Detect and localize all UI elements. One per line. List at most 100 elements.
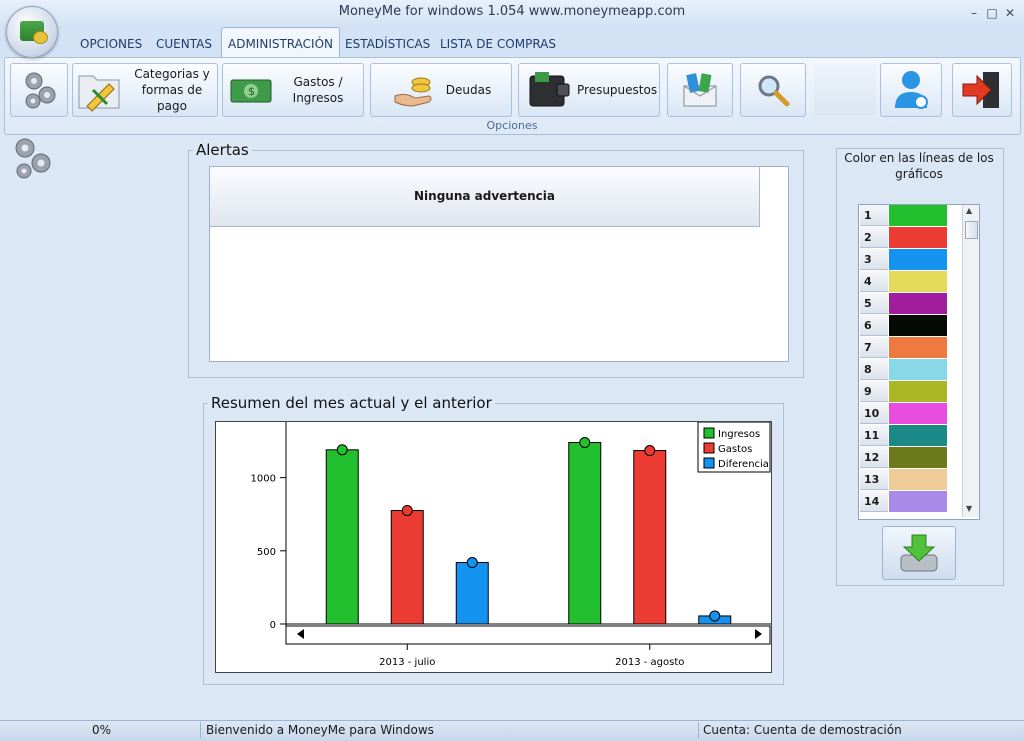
bar-marker — [579, 436, 591, 448]
tab-opciones[interactable]: OPCIONES — [74, 34, 148, 58]
alerts-title: Alertas — [193, 141, 252, 159]
folder-pencil-icon — [78, 75, 120, 112]
color-swatch[interactable] — [889, 359, 947, 380]
tab-lista-de-compras[interactable]: LISTA DE COMPRAS — [434, 34, 562, 58]
color-row-number: 3 — [860, 249, 888, 270]
bar-marker — [709, 610, 721, 622]
legend-swatch — [703, 457, 715, 469]
bar — [568, 441, 602, 625]
tab-cuentas[interactable]: CUENTAS — [150, 34, 218, 58]
color-swatch[interactable] — [889, 271, 947, 292]
summary-chart: 0 500 1000 2013 - julio 2013 - agosto Ingreso… — [215, 421, 772, 673]
color-row[interactable]: 7 — [859, 337, 964, 359]
minimize-button[interactable]: – — [966, 5, 982, 21]
bar-marker — [401, 505, 413, 517]
bar-marker — [644, 445, 656, 457]
colors-title: Color en las líneas de los gráficos — [844, 151, 994, 181]
categories-button[interactable]: Categorias y formas de pago — [72, 63, 218, 117]
color-row[interactable]: 9 — [859, 381, 964, 403]
presupuestos-button[interactable]: Presupuestos — [518, 63, 660, 117]
color-row[interactable]: 5 — [859, 293, 964, 315]
color-swatch[interactable] — [889, 293, 947, 314]
color-row[interactable]: 11 — [859, 425, 964, 447]
bar — [455, 562, 489, 625]
gastos-ingresos-button[interactable]: $ Gastos / Ingresos — [222, 63, 364, 117]
user-button[interactable] — [880, 63, 942, 117]
color-swatch[interactable] — [889, 315, 947, 336]
color-swatch[interactable] — [889, 425, 947, 446]
legend-label: Diferencia — [718, 459, 769, 470]
color-row-number: 2 — [860, 227, 888, 248]
search-button[interactable] — [740, 63, 806, 117]
gears-icon[interactable] — [12, 136, 54, 182]
color-row[interactable]: 6 — [859, 315, 964, 337]
color-swatch[interactable] — [889, 227, 947, 248]
deudas-button[interactable]: Deudas — [370, 63, 512, 117]
money-bill-icon: $ — [230, 79, 272, 103]
gastos-label: Gastos / Ingresos — [292, 75, 344, 105]
color-row-number: 5 — [860, 293, 888, 314]
color-row[interactable]: 10 — [859, 403, 964, 425]
summary-title: Resumen del mes actual y el anterior — [208, 394, 495, 412]
color-row[interactable]: 14 — [859, 491, 964, 513]
color-swatch[interactable] — [889, 469, 947, 490]
status-message: Bienvenido a MoneyMe para Windows — [206, 723, 434, 737]
window-title: MoneyMe for windows 1.054 www.moneymeapp… — [338, 4, 686, 19]
x-tick-label: 2013 - julio — [379, 657, 435, 668]
close-button[interactable]: ✕ — [1002, 5, 1018, 21]
color-row-number: 7 — [860, 337, 888, 358]
color-row[interactable]: 13 — [859, 469, 964, 491]
color-row[interactable]: 8 — [859, 359, 964, 381]
color-swatch[interactable] — [889, 337, 947, 358]
color-swatch[interactable] — [889, 403, 947, 424]
color-row-number: 10 — [860, 403, 888, 424]
bar — [325, 449, 359, 625]
magnifier-icon — [758, 75, 790, 107]
color-swatch[interactable] — [889, 381, 947, 402]
y-tick-label: 500 — [257, 547, 276, 558]
gears-icon — [25, 72, 56, 109]
coins-hand-icon — [394, 77, 432, 107]
color-swatch[interactable] — [889, 447, 947, 468]
color-swatch[interactable] — [889, 249, 947, 270]
tab-estadisticas[interactable]: ESTADÍSTICAS — [339, 34, 436, 58]
bar-marker — [466, 557, 478, 569]
color-row[interactable]: 3 — [859, 249, 964, 271]
color-row-number: 11 — [860, 425, 888, 446]
scroll-thumb[interactable] — [965, 221, 978, 239]
y-tick-label: 1000 — [251, 474, 276, 485]
color-swatch[interactable] — [889, 205, 947, 226]
scroll-up-icon[interactable]: ▲ — [966, 206, 972, 215]
color-row[interactable]: 12 — [859, 447, 964, 469]
download-drive-icon — [900, 534, 938, 572]
exit-button[interactable] — [952, 63, 1012, 117]
ribbon-group-label: Opciones — [486, 119, 538, 132]
alerts-message: Ninguna advertencia — [210, 167, 760, 227]
scroll-down-icon[interactable]: ▼ — [966, 504, 972, 513]
color-swatch[interactable] — [889, 491, 947, 512]
color-row-number: 4 — [860, 271, 888, 292]
svg-text:$: $ — [248, 85, 255, 98]
status-progress: 0% — [92, 723, 112, 737]
bar-marker — [336, 444, 348, 456]
transfer-button[interactable] — [667, 63, 733, 117]
color-row-number: 12 — [860, 447, 888, 468]
wallet-icon — [529, 72, 570, 107]
color-row[interactable]: 1 — [859, 205, 964, 227]
exit-door-icon — [962, 72, 999, 108]
color-row-number: 13 — [860, 469, 888, 490]
color-row[interactable]: 4 — [859, 271, 964, 293]
maximize-button[interactable]: □ — [984, 5, 1000, 21]
settings-button[interactable] — [10, 63, 68, 117]
save-button[interactable] — [882, 526, 956, 580]
app-menu-button[interactable] — [6, 6, 58, 58]
summary-chart-svg: 0 500 1000 2013 - julio 2013 - agosto Ingreso… — [251, 421, 771, 668]
color-row[interactable]: 2 — [859, 227, 964, 249]
tab-administracion[interactable]: ADMINISTRACIÓN — [221, 27, 340, 58]
color-row-number: 1 — [860, 205, 888, 226]
bar — [390, 510, 424, 625]
color-list-scrollbar[interactable]: ▲ ▼ — [962, 205, 979, 517]
legend-swatch — [703, 442, 715, 454]
legend-label: Gastos — [718, 444, 752, 455]
status-divider — [200, 722, 201, 738]
